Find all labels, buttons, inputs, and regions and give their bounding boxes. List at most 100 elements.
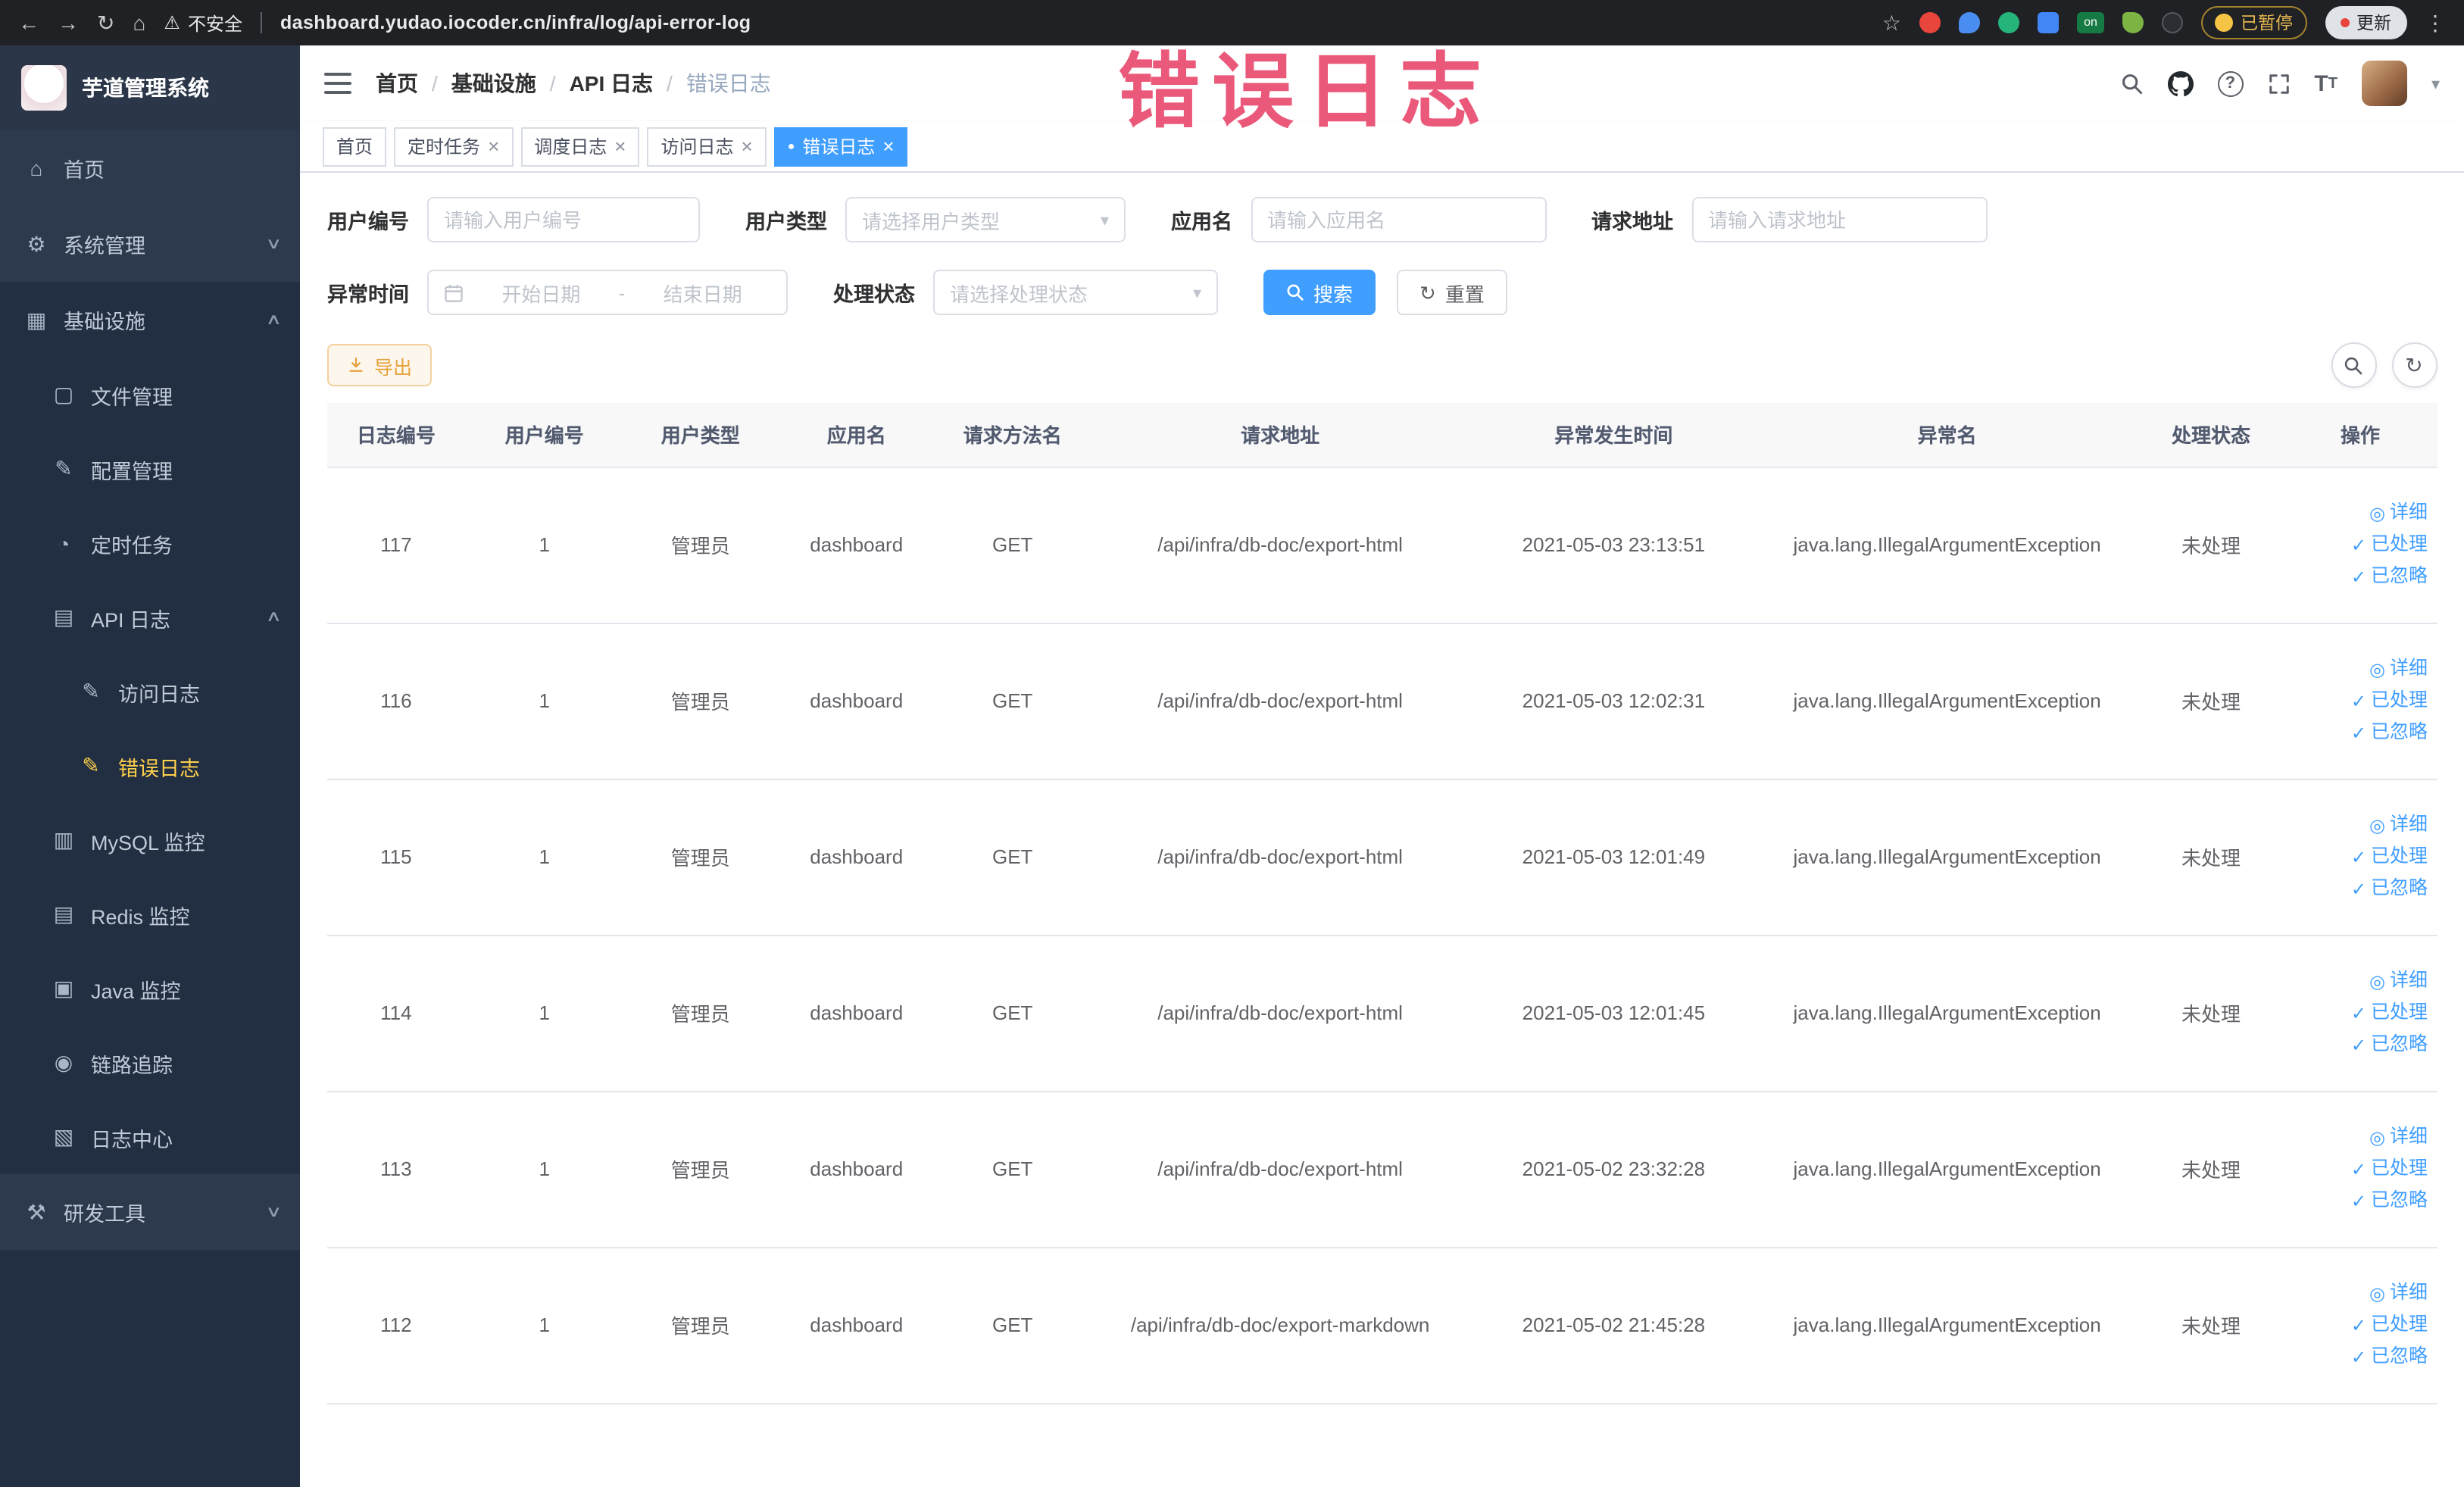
paused-badge[interactable]: 已暂停 (2201, 6, 2306, 39)
detail-link[interactable]: ◎ 详细 (2293, 1277, 2428, 1309)
processed-link[interactable]: ✓ 已处理 (2293, 997, 2428, 1029)
breadcrumb-infra[interactable]: 基础设施 (451, 68, 536, 98)
sidebar-item-dev-tools[interactable]: ⚒ 研发工具 ∨ (0, 1174, 300, 1250)
breadcrumb-home[interactable]: 首页 (376, 68, 418, 98)
cell-user-id: 1 (464, 467, 624, 623)
check-icon: ✓ (2350, 690, 2366, 711)
user-type-select[interactable]: 请选择用户类型 ▾ (845, 197, 1126, 242)
extension-icon-plant[interactable] (2122, 12, 2144, 33)
ignored-link[interactable]: ✓ 已忽略 (2293, 1185, 2428, 1217)
sidebar-item-system-manage[interactable]: ⚙ 系统管理 ∨ (0, 206, 300, 282)
security-chip[interactable]: ⚠ 不安全 (164, 10, 242, 36)
sidebar-item-log-center[interactable]: ▧ 日志中心 (0, 1100, 300, 1174)
gear-icon: ⚙ (27, 231, 46, 255)
ignored-link[interactable]: ✓ 已忽略 (2293, 1029, 2428, 1061)
sidebar-item-infrastructure[interactable]: ▦ 基础设施 ∧ (0, 282, 300, 358)
close-icon[interactable]: × (614, 136, 626, 156)
detail-link[interactable]: ◎ 详细 (2293, 497, 2428, 529)
tab-error-log[interactable]: ● 错误日志 × (773, 127, 908, 166)
github-icon[interactable] (2167, 70, 2194, 96)
sidebar-item-home[interactable]: ⌂ 首页 (0, 130, 300, 206)
sidebar-item-mysql-monitor[interactable]: ▥ MySQL 监控 (0, 803, 300, 877)
processed-link[interactable]: ✓ 已处理 (2293, 1309, 2428, 1341)
ignored-link[interactable]: ✓ 已忽略 (2293, 1341, 2428, 1373)
export-button[interactable]: 导出 (327, 344, 433, 386)
breadcrumb-separator: / (549, 71, 556, 95)
processed-link[interactable]: ✓ 已处理 (2293, 1153, 2428, 1185)
ignored-link[interactable]: ✓ 已忽略 (2293, 717, 2428, 748)
close-icon[interactable]: × (882, 136, 894, 156)
col-user-id: 用户编号 (464, 403, 624, 467)
sidebar-item-api-log[interactable]: ▤ API 日志 ∧ (0, 580, 300, 654)
process-status-select[interactable]: 请选择处理状态 ▾ (933, 270, 1218, 315)
trace-icon: ◉ (54, 1050, 73, 1074)
extension-icon-red[interactable] (1919, 12, 1941, 33)
extension-icon-paw[interactable] (2162, 12, 2183, 33)
processed-link[interactable]: ✓ 已处理 (2293, 529, 2428, 561)
close-icon[interactable]: × (742, 136, 753, 156)
tab-timed-task[interactable]: 定时任务 × (394, 127, 514, 166)
user-id-input[interactable] (427, 197, 700, 242)
ignored-link[interactable]: ✓ 已忽略 (2293, 561, 2428, 592)
sidebar-item-java-monitor[interactable]: ▣ Java 监控 (0, 951, 300, 1026)
url-text[interactable]: dashboard.yudao.iocoder.cn/infra/log/api… (280, 12, 751, 33)
cell-method: GET (935, 467, 1089, 623)
sidebar-item-error-log[interactable]: ✎ 错误日志 (0, 729, 300, 803)
filter-label: 应用名 (1171, 211, 1232, 233)
search-icon[interactable] (2120, 72, 2143, 95)
toggle-search-button[interactable] (2331, 342, 2376, 388)
cell-exception: java.lang.IllegalArgumentException (1756, 1247, 2139, 1404)
search-button[interactable]: 搜索 (1263, 270, 1376, 315)
request-url-input[interactable] (1691, 197, 1987, 242)
bookmark-star-icon[interactable]: ☆ (1882, 12, 1901, 33)
help-icon[interactable]: ? (2217, 70, 2244, 96)
tab-schedule-log[interactable]: 调度日志 × (520, 127, 640, 166)
processed-link[interactable]: ✓ 已处理 (2293, 685, 2428, 717)
detail-link[interactable]: ◎ 详细 (2293, 965, 2428, 997)
reload-icon[interactable]: ↻ (97, 12, 114, 33)
back-icon[interactable]: ← (18, 12, 39, 33)
sidebar-item-trace[interactable]: ◉ 链路追踪 (0, 1026, 300, 1100)
exception-time-range-picker[interactable]: 开始日期 - 结束日期 (427, 270, 788, 315)
filter-app-name: 应用名 (1171, 197, 1546, 242)
breadcrumb-api-log[interactable]: API 日志 (570, 68, 653, 98)
sidebar-item-file-manage[interactable]: ▢ 文件管理 (0, 358, 300, 432)
cell-url: /api/infra/db-doc/export-html (1088, 779, 1472, 936)
fullscreen-icon[interactable] (2267, 72, 2290, 95)
sidebar-item-redis-monitor[interactable]: ▤ Redis 监控 (0, 877, 300, 951)
tab-home[interactable]: 首页 (323, 127, 387, 166)
tab-access-log[interactable]: 访问日志 × (647, 127, 767, 166)
sidebar-toggle-icon[interactable] (324, 73, 351, 94)
reset-button[interactable]: ↻ 重置 (1397, 270, 1507, 315)
cell-app: dashboard (776, 1091, 936, 1248)
sidebar-item-access-log[interactable]: ✎ 访问日志 (0, 654, 300, 729)
sidebar-item-timed-task[interactable]: ◔ 定时任务 (0, 506, 300, 580)
check-icon: ✓ (2350, 846, 2366, 867)
forward-icon[interactable]: → (58, 12, 79, 33)
col-log-id: 日志编号 (327, 403, 465, 467)
extension-icon-on-badge[interactable]: on (2077, 12, 2104, 33)
avatar[interactable] (2361, 61, 2407, 106)
sidebar-item-config-manage[interactable]: ✎ 配置管理 (0, 432, 300, 506)
detail-link[interactable]: ◎ 详细 (2293, 809, 2428, 841)
extension-icon-blue-grid[interactable] (2038, 12, 2059, 33)
browser-menu-icon[interactable]: ⋮ (2425, 12, 2446, 33)
refresh-table-button[interactable]: ↻ (2391, 342, 2437, 388)
extension-icon-green[interactable] (1998, 12, 2019, 33)
extension-icon-blue-drop[interactable] (1959, 12, 1980, 33)
update-button[interactable]: 更新 (2325, 6, 2406, 39)
processed-link[interactable]: ✓ 已处理 (2293, 841, 2428, 873)
caret-down-icon[interactable]: ▾ (2431, 73, 2440, 93)
browser-toolbar: ← → ↻ ⌂ ⚠ 不安全 dashboard.yudao.iocoder.cn… (0, 0, 2464, 45)
tab-label: 错误日志 (802, 136, 876, 158)
detail-link[interactable]: ◎ 详细 (2293, 1121, 2428, 1153)
cell-user-type: 管理员 (623, 623, 777, 779)
detail-link[interactable]: ◎ 详细 (2293, 653, 2428, 685)
font-size-icon[interactable]: TT (2314, 70, 2338, 96)
col-method: 请求方法名 (935, 403, 1089, 467)
ignored-link[interactable]: ✓ 已忽略 (2293, 873, 2428, 904)
browser-home-icon[interactable]: ⌂ (133, 12, 145, 33)
close-icon[interactable]: × (488, 136, 499, 156)
refresh-icon: ↻ (2405, 352, 2423, 376)
app-name-input[interactable] (1251, 197, 1546, 242)
